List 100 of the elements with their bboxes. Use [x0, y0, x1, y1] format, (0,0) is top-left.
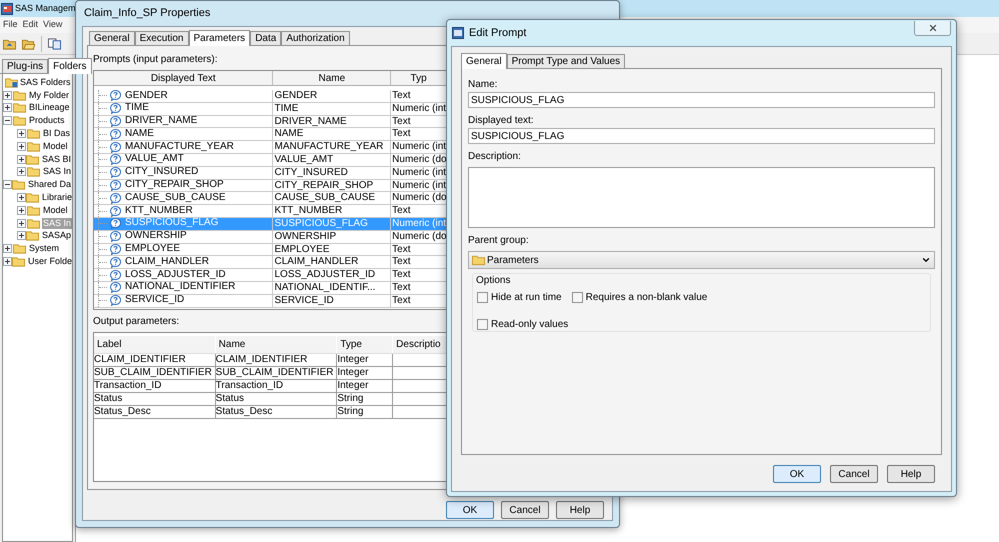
- column-header[interactable]: Displayed Text: [94, 71, 274, 85]
- tree-item[interactable]: Model: [42, 140, 69, 152]
- collapse-icon[interactable]: [3, 116, 12, 126]
- expand-icon[interactable]: [17, 167, 26, 176]
- help-bubble-icon: [110, 90, 121, 102]
- folder-icon: [13, 90, 26, 101]
- input-field[interactable]: SUSPICIOUS_FLAG: [468, 92, 935, 108]
- table-row[interactable]: LOSS_ADJUSTER_ID LOSS_ADJUSTER_ID Text: [94, 269, 447, 282]
- tab[interactable]: Authorization: [281, 31, 350, 45]
- tree-item[interactable]: BI Das: [42, 128, 72, 140]
- table-cell: Integer: [337, 354, 368, 365]
- table-cell: MANUFACTURE_YEAR: [274, 141, 384, 152]
- expand-icon[interactable]: [17, 129, 26, 138]
- table-cell: LOSS_ADJUSTER_ID: [274, 269, 376, 280]
- expand-icon[interactable]: [17, 206, 26, 215]
- checkbox[interactable]: [477, 292, 488, 303]
- tab[interactable]: Prompt Type and Values: [506, 54, 626, 68]
- tree-item[interactable]: Shared Da: [27, 179, 72, 190]
- tab[interactable]: General: [461, 53, 507, 69]
- menu-item[interactable]: File: [3, 18, 18, 32]
- expand-icon[interactable]: [17, 231, 26, 240]
- field-label: Name:: [468, 78, 498, 91]
- table-row[interactable]: NAME NAME Text: [94, 128, 447, 142]
- tree-item[interactable]: User Folde: [27, 256, 74, 268]
- table-row[interactable]: CLAIM_HANDLER CLAIM_HANDLER Text: [94, 256, 447, 270]
- column-header[interactable]: Name: [216, 336, 338, 353]
- table-cell: NAME: [274, 128, 304, 140]
- table-row[interactable]: SERVICE_ID SERVICE_ID Text: [94, 294, 447, 308]
- table-cell: Status_Desc: [94, 406, 151, 417]
- input-field[interactable]: SUSPICIOUS_FLAG: [468, 128, 935, 144]
- copy-icon[interactable]: [48, 38, 61, 50]
- tab[interactable]: Folders: [48, 58, 92, 74]
- tree-item[interactable]: Products: [28, 115, 66, 126]
- tab[interactable]: Execution: [134, 31, 188, 45]
- tree-item[interactable]: SASAp: [41, 230, 72, 242]
- folder-up-icon[interactable]: [3, 38, 16, 50]
- menu-item[interactable]: Edit: [22, 18, 38, 32]
- description-field[interactable]: [468, 167, 935, 228]
- tree-item[interactable]: Librarie: [41, 192, 74, 204]
- tree-item[interactable]: SAS In: [42, 166, 72, 178]
- checkbox-label: Requires a non-blank value: [586, 291, 708, 305]
- table-row[interactable]: MANUFACTURE_YEAR MANUFACTURE_YEAR Numeric (int: [94, 141, 447, 154]
- column-header[interactable]: Name: [273, 71, 392, 85]
- expand-icon[interactable]: [17, 218, 26, 228]
- table-cell: Status_Desc: [216, 406, 272, 417]
- open-folder-icon[interactable]: [22, 38, 35, 50]
- table-row[interactable]: CITY_INSURED CITY_INSURED Numeric (int: [94, 166, 447, 180]
- tab[interactable]: Plug-ins: [2, 59, 48, 73]
- tree-item[interactable]: SAS BI: [41, 154, 72, 165]
- column-header[interactable]: Label: [94, 336, 216, 353]
- expand-icon[interactable]: [3, 90, 12, 100]
- tab[interactable]: Parameters: [188, 30, 250, 46]
- table-cell: GENDER: [125, 90, 168, 102]
- table-row[interactable]: TIME TIME Numeric (int: [94, 102, 447, 116]
- table-cell: CLAIM_IDENTIFIER: [94, 354, 186, 365]
- table-row[interactable]: DRIVER_NAME DRIVER_NAME Text: [94, 116, 447, 128]
- table-row[interactable]: CITY_REPAIR_SHOP CITY_REPAIR_SHOP Numeric (int: [94, 180, 447, 192]
- dialog-button[interactable]: Help: [556, 501, 604, 519]
- help-bubble-icon: [110, 116, 121, 127]
- dialog-button[interactable]: Cancel: [501, 501, 549, 519]
- menu-item[interactable]: View: [43, 18, 62, 32]
- expand-icon[interactable]: [3, 244, 12, 254]
- tab[interactable]: Data: [250, 31, 282, 45]
- expand-icon[interactable]: [17, 193, 26, 202]
- table-cell: Numeric (int: [392, 141, 446, 152]
- table-row[interactable]: NATIONAL_IDENTIFIER NATIONAL_IDENTIF... Text: [94, 282, 447, 295]
- tab[interactable]: General: [89, 31, 135, 45]
- tree-item[interactable]: System: [28, 243, 60, 254]
- tree-item[interactable]: My Folder: [28, 90, 70, 101]
- tree-item[interactable]: SAS Folders: [20, 76, 71, 90]
- table-cell: OWNERSHIP: [274, 230, 336, 242]
- dialog-button[interactable]: Help: [887, 465, 935, 483]
- expand-icon[interactable]: [3, 103, 12, 112]
- section-label: Prompts (input parameters):: [93, 53, 218, 67]
- table-row[interactable]: CAUSE_SUB_CAUSE CAUSE_SUB_CAUSE Numeric (do: [94, 192, 447, 206]
- tree-item[interactable]: Model: [42, 204, 69, 216]
- table-row[interactable]: VALUE_AMT VALUE_AMT Numeric (do: [94, 154, 447, 167]
- close-button[interactable]: [914, 20, 951, 36]
- table-cell: Numeric (do: [392, 230, 447, 242]
- parent-group-dropdown[interactable]: Parameters: [468, 251, 935, 269]
- expand-icon[interactable]: [3, 257, 12, 266]
- checkbox[interactable]: [477, 319, 488, 330]
- table-row[interactable]: EMPLOYEE EMPLOYEE Text: [94, 244, 447, 256]
- collapse-icon[interactable]: [3, 180, 12, 190]
- help-bubble-icon: [110, 282, 121, 294]
- column-header[interactable]: Type: [337, 336, 394, 353]
- table-cell: Text: [392, 294, 410, 306]
- table-cell: CITY_REPAIR_SHOP: [125, 179, 224, 192]
- dialog-button[interactable]: OK: [446, 501, 494, 519]
- table-row[interactable]: OWNERSHIP OWNERSHIP Numeric (do: [94, 230, 447, 244]
- dialog-button[interactable]: OK: [773, 465, 821, 483]
- expand-icon[interactable]: [17, 154, 26, 164]
- checkbox[interactable]: [572, 292, 583, 303]
- dialog-button[interactable]: Cancel: [830, 465, 878, 483]
- table-cell: Numeric (int: [392, 180, 446, 191]
- table-cell: Text: [392, 244, 410, 255]
- expand-icon[interactable]: [17, 142, 26, 151]
- table-cell: NATIONAL_IDENTIFIER: [125, 281, 236, 294]
- table-row[interactable]: GENDER GENDER Text: [94, 90, 447, 103]
- tree-item[interactable]: BILineage: [28, 102, 71, 114]
